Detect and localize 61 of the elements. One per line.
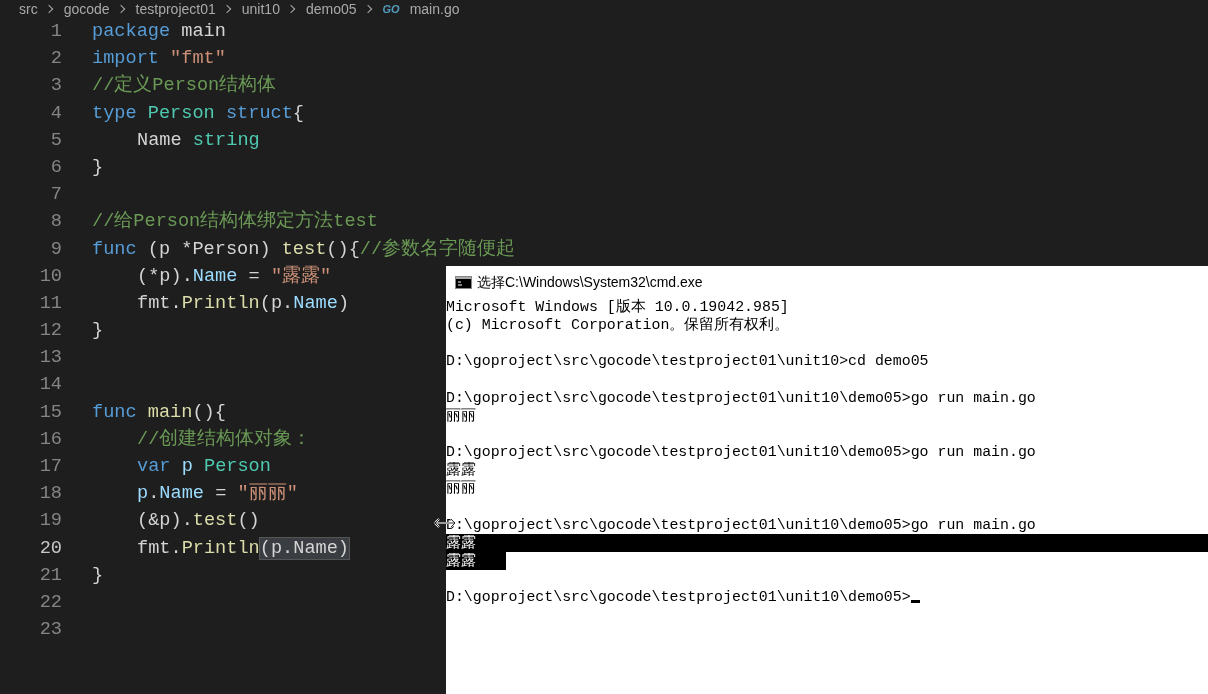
code-line: Name string <box>137 128 260 153</box>
line-number: 22 <box>38 590 62 615</box>
console-line: 丽丽 <box>446 407 476 424</box>
line-number: 6 <box>49 155 62 180</box>
line-number: 23 <box>38 618 62 643</box>
breadcrumb-item[interactable]: testproject01 <box>135 2 216 16</box>
line-number: 4 <box>49 101 62 126</box>
line-number: 1 <box>49 20 62 44</box>
line-number: 2 <box>49 47 62 72</box>
line-number: 3 <box>49 74 62 99</box>
code-line: func (p *Person) test(){//参数名字随便起 <box>92 237 516 262</box>
code-line: (*p).Name = "露露" <box>137 264 332 289</box>
line-number: 5 <box>49 128 62 153</box>
code-line: fmt.Println(p.Name) <box>137 291 350 316</box>
code-line: import "fmt" <box>92 47 226 72</box>
breadcrumb-item[interactable]: gocode <box>63 2 110 16</box>
console-line: D:\goproject\src\gocode\testproject01\unit10\demo05>go run main.go <box>446 516 1036 533</box>
console-line: Microsoft Windows [版本 10.0.19042.985] <box>446 299 789 315</box>
code-line: //创建结构体对象： <box>137 427 312 452</box>
line-number: 17 <box>38 455 62 479</box>
console-line: 露露 <box>446 462 476 479</box>
line-number: 19 <box>38 509 62 534</box>
console-line: (c) Microsoft Corporation。保留所有权利。 <box>446 317 790 334</box>
code-line: func main(){ <box>92 400 226 425</box>
breadcrumb-item[interactable]: src <box>19 2 38 16</box>
code-line: type Person struct{ <box>92 101 305 126</box>
line-number: 11 <box>38 291 62 316</box>
code-line: fmt.Println(p.Name) <box>137 536 349 561</box>
line-number: 13 <box>38 346 62 371</box>
breadcrumb-item[interactable]: main.go <box>409 2 460 16</box>
code-line: package main <box>92 20 226 44</box>
console-line: D:\goproject\src\gocode\testproject01\unit10\demo05> <box>446 589 911 606</box>
line-number: 14 <box>38 373 62 398</box>
line-number: 20 <box>38 536 62 561</box>
line-number: 8 <box>49 210 62 235</box>
line-number: 21 <box>38 563 62 588</box>
code-line: //给Person结构体绑定方法test <box>92 209 378 235</box>
code-line: } <box>92 155 104 180</box>
terminal-icon <box>455 275 472 289</box>
line-number: 7 <box>49 183 62 208</box>
line-number: 9 <box>49 237 62 262</box>
code-line: var p Person <box>137 455 271 479</box>
console-line: D:\goproject\src\gocode\testproject01\unit10>cd demo05 <box>446 353 929 370</box>
console-line: 露露 <box>446 534 476 551</box>
line-number: 10 <box>38 264 62 289</box>
console-line: D:\goproject\src\gocode\testproject01\unit10\demo05>go run main.go <box>446 444 1036 461</box>
code-line: //定义Person结构体 <box>92 73 277 99</box>
breadcrumb-item[interactable]: unit10 <box>241 2 280 16</box>
console-line: D:\goproject\src\gocode\testproject01\unit10\demo05>go run main.go <box>446 389 1036 406</box>
code-line: p.Name = "丽丽" <box>137 482 298 507</box>
window-title: 选择C:\Windows\System32\cmd.exe <box>477 272 703 292</box>
line-number: 12 <box>38 319 62 344</box>
line-number: 16 <box>38 427 62 452</box>
code-line: } <box>92 319 104 344</box>
code-line: } <box>92 563 104 588</box>
line-number: 18 <box>38 482 62 507</box>
breadcrumb-item[interactable]: demo05 <box>305 2 357 16</box>
code-line: (&p).test() <box>137 509 260 534</box>
go-file-icon: GO <box>382 2 400 16</box>
console-line: 丽丽 <box>446 480 476 497</box>
line-number: 15 <box>38 400 62 425</box>
